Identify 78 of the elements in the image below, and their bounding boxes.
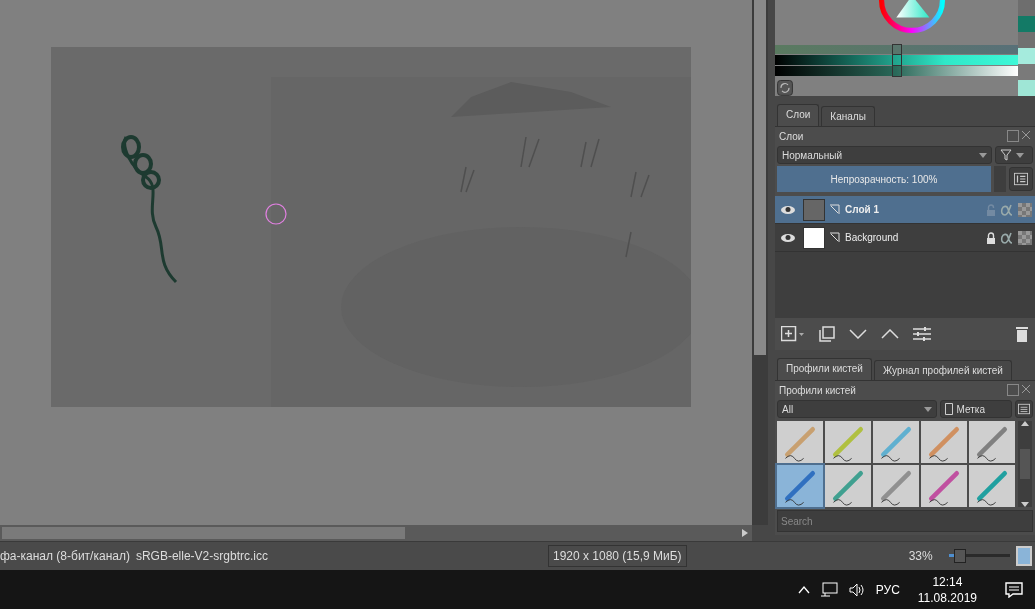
caret-icon [1016,152,1024,158]
clock-date[interactable]: 11.08.2019 [917,590,977,605]
docker-title: Профили кистей [779,384,856,396]
color-profile-label: sRGB-elle-V2-srgbtrc.icc [135,549,268,563]
checker-icon[interactable] [1018,230,1032,245]
view-menu-button[interactable] [1015,400,1033,418]
float-icon[interactable] [1007,130,1019,142]
trash-icon[interactable] [1015,326,1029,342]
color-swatch[interactable] [1018,80,1035,96]
caret-icon [979,152,987,158]
funnel-icon [1000,149,1012,161]
close-icon[interactable] [1021,130,1031,140]
list-icon [1014,172,1028,186]
eye-icon[interactable] [780,232,796,243]
checker-icon[interactable] [1018,202,1032,217]
horizontal-scrollbar[interactable] [0,525,752,541]
close-icon[interactable] [1021,384,1031,394]
duplicate-icon[interactable] [819,326,835,342]
filter-dropdown[interactable] [995,146,1033,164]
speaker-icon[interactable] [847,581,866,598]
color-swatch[interactable] [1018,64,1035,80]
arrow-icon [829,203,841,216]
arrow-up-icon[interactable] [1021,421,1029,426]
add-layer-icon[interactable] [781,326,805,342]
brush-preset[interactable] [777,465,823,507]
tag-dropdown[interactable]: Метка [939,400,1012,418]
arrow-down-icon[interactable] [1021,502,1029,507]
eye-icon[interactable] [780,204,796,215]
image-size-label: 1920 x 1080 (15,9 МиБ) [547,545,687,567]
opacity-slider[interactable]: Непрозрачность: 100% [777,166,991,192]
canvas-only-button[interactable] [1015,546,1032,566]
alpha-icon[interactable] [1000,203,1014,216]
layer-row[interactable]: Background [775,224,1035,252]
brush-preset[interactable] [825,465,871,507]
layer-row[interactable]: Слой 1 [775,196,1035,224]
layer-thumbnail [803,226,825,249]
preset-scrollbar[interactable] [1018,421,1032,507]
notification-icon[interactable] [1005,581,1023,598]
brush-preset[interactable] [921,465,967,507]
color-swatch[interactable] [1018,48,1035,64]
search-field[interactable]: Search [777,510,1033,532]
color-space-label: фа-канал (8-бит/канал) [0,549,130,563]
refresh-icon[interactable] [777,80,793,96]
arrow-right-icon[interactable] [742,529,748,537]
color-swatch[interactable] [1018,32,1035,48]
layer-thumbnail [803,198,825,221]
color-slider[interactable] [775,66,1018,77]
brush-preset[interactable] [873,465,919,507]
layer-name: Слой 1 [845,204,881,215]
color-slider[interactable] [775,55,1018,66]
zoom-label: 33% [908,549,934,563]
color-swatch[interactable] [1018,16,1035,32]
chevron-up-icon[interactable] [881,329,899,339]
panel-tab[interactable]: Журнал профилей кистей [873,360,1012,380]
color-slider[interactable] [775,44,1018,55]
bookmark-icon [944,403,953,415]
layer-name: Background [845,232,900,243]
brush-cursor-icon [265,203,287,225]
preset-filter-dropdown[interactable]: All [777,400,937,418]
lock-icon[interactable] [986,231,996,244]
properties-button[interactable] [1009,167,1033,191]
arrow-icon [829,231,841,244]
blend-mode-dropdown[interactable]: Нормальный [777,146,992,164]
clock-time[interactable]: 12:14 [932,574,963,589]
panel-tab[interactable]: Слои [777,104,820,126]
caret-icon [923,406,932,412]
color-swatch[interactable] [1018,0,1035,16]
sliders-icon[interactable] [913,326,931,342]
brush-preset[interactable] [921,421,967,463]
float-icon[interactable] [1007,384,1019,396]
vertical-scrollbar[interactable] [752,0,768,525]
chevron-down-icon[interactable] [849,329,867,339]
network-icon[interactable] [819,581,838,598]
panel-tab[interactable]: Каналы [821,106,875,126]
panel-tab[interactable]: Профили кистей [777,358,872,380]
language-indicator[interactable]: РУС [875,582,900,597]
alpha-icon[interactable] [1000,231,1014,244]
docker-title: Слои [779,130,804,142]
